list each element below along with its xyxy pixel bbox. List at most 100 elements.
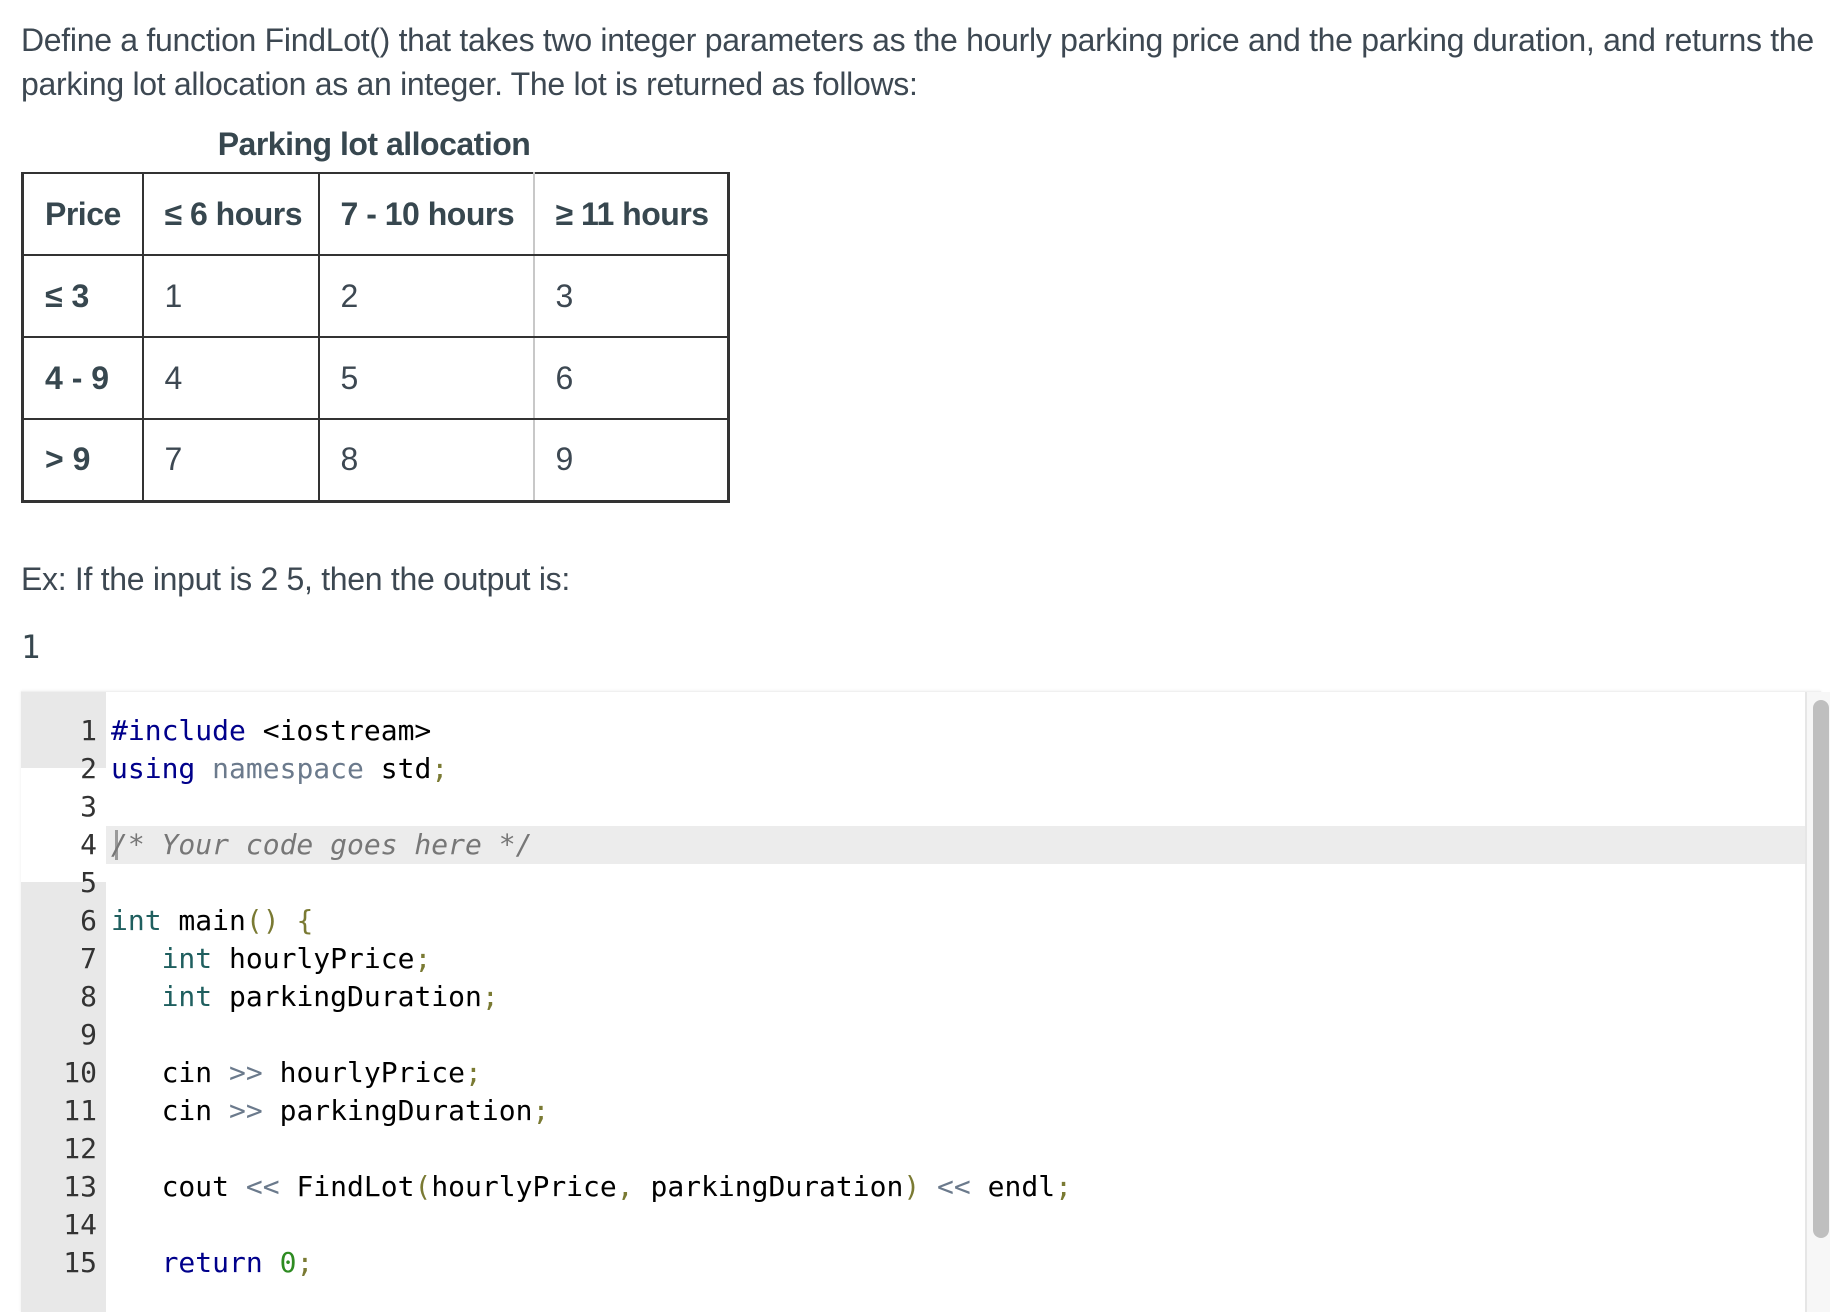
line-number: 2 xyxy=(80,752,97,785)
line-number: 6 xyxy=(80,904,97,937)
lot-cell: 8 xyxy=(318,418,535,502)
line-number: 5 xyxy=(80,866,97,899)
code-line[interactable]: 13 cout << FindLot(hourlyPrice, parkingD… xyxy=(21,1168,1801,1206)
code-line[interactable]: 6 int main() { xyxy=(21,902,1801,940)
table-row: > 9 7 8 9 xyxy=(22,418,729,502)
token-identifier: hourlyPrice xyxy=(212,942,415,975)
header-7-10-hours: 7 - 10 hours xyxy=(318,172,535,256)
line-number: 12 xyxy=(63,1132,97,1165)
token-punct: ; xyxy=(431,752,449,785)
token-type: int xyxy=(161,980,213,1013)
token-identifier: FindLot xyxy=(279,1170,415,1203)
line-number: 1 xyxy=(80,714,97,747)
token-punct: ) xyxy=(903,1170,921,1203)
header-le-6-hours: ≤ 6 hours xyxy=(142,172,320,256)
code-editor[interactable]: 1 #include <iostream> 2 using namespace st… xyxy=(21,691,1830,1312)
token-keyword: return xyxy=(161,1246,263,1279)
token-identifier: cin xyxy=(161,1056,213,1089)
token-punct: ; xyxy=(1055,1170,1072,1203)
scrollbar-thumb[interactable] xyxy=(1813,700,1829,1238)
code-line[interactable]: 8 int parkingDuration; xyxy=(21,978,1801,1016)
code-line[interactable]: 5 xyxy=(21,864,1801,902)
price-cell: > 9 xyxy=(22,418,144,502)
token-comment: /* Your code goes here */ xyxy=(111,828,533,861)
token-keyword: using xyxy=(111,752,196,785)
token-identifier: parkingDuration xyxy=(633,1170,904,1203)
token-identifier: hourlyPrice xyxy=(262,1056,466,1089)
header-price: Price xyxy=(22,172,144,256)
line-number: 8 xyxy=(80,980,97,1013)
token-punct: ; xyxy=(414,942,432,975)
problem-description: Define a function FindLot() that takes t… xyxy=(21,18,1821,106)
code-line[interactable]: 9 xyxy=(21,1016,1801,1054)
token-punct: { xyxy=(279,904,314,937)
token-punct: , xyxy=(616,1170,634,1203)
token-identifier: std xyxy=(363,752,432,785)
code-line[interactable]: 7 int hourlyPrice; xyxy=(21,940,1801,978)
token-identifier: cout xyxy=(161,1170,230,1203)
token-punct: ; xyxy=(296,1246,314,1279)
code-line[interactable]: 12 xyxy=(21,1130,1801,1168)
token-operator: << xyxy=(920,1170,971,1203)
line-number: 3 xyxy=(80,790,97,823)
lot-cell: 1 xyxy=(142,254,320,338)
token-keyword: #include xyxy=(111,714,246,747)
token-type: int xyxy=(111,904,162,937)
lot-cell: 9 xyxy=(533,418,729,502)
token-identifier: endl xyxy=(970,1170,1056,1203)
lot-cell: 2 xyxy=(318,254,535,338)
lot-cell: 5 xyxy=(318,336,535,420)
code-line[interactable]: 15 return 0; xyxy=(21,1244,1801,1282)
description-line-1: Define a function FindLot() that takes t… xyxy=(21,22,1814,58)
line-number: 14 xyxy=(63,1208,97,1241)
line-number: 13 xyxy=(63,1170,97,1203)
token-operator: >> xyxy=(212,1056,263,1089)
line-number: 11 xyxy=(63,1094,97,1127)
table-caption: Parking lot allocation xyxy=(217,126,531,162)
parking-lot-table: Price ≤ 6 hours 7 - 10 hours ≥ 11 hours … xyxy=(21,172,730,503)
lot-cell: 7 xyxy=(142,418,320,502)
lot-cell: 6 xyxy=(533,336,729,420)
lot-cell: 4 xyxy=(142,336,320,420)
token-header: <iostream> xyxy=(245,714,432,747)
token-punct: ; xyxy=(481,980,499,1013)
code-line[interactable]: 10 cin >> hourlyPrice; xyxy=(21,1054,1801,1092)
token-identifier: parkingDuration xyxy=(212,980,482,1013)
code-line[interactable]: 2 using namespace std; xyxy=(21,750,1801,788)
token-punct: ( xyxy=(414,1170,432,1203)
description-line-2: parking lot allocation as an integer. Th… xyxy=(21,66,918,102)
code-lines[interactable]: 1 #include <iostream> 2 using namespace st… xyxy=(21,712,1801,1282)
line-number: 9 xyxy=(80,1018,97,1051)
token-punct: () xyxy=(245,904,280,937)
price-cell: ≤ 3 xyxy=(22,254,144,338)
token-type: int xyxy=(161,942,213,975)
token-identifier: hourlyPrice xyxy=(431,1170,617,1203)
header-ge-11-hours: ≥ 11 hours xyxy=(533,172,729,256)
line-number: 7 xyxy=(80,942,97,975)
example-output: 1 xyxy=(21,628,41,666)
code-line[interactable]: 4 /* Your code goes here */ xyxy=(21,826,1801,864)
lot-cell: 3 xyxy=(533,254,729,338)
example-text: Ex: If the input is 2 5, then the output… xyxy=(21,561,570,597)
token-operator: >> xyxy=(212,1094,263,1127)
editor-scrollbar[interactable] xyxy=(1805,692,1830,1312)
code-line[interactable]: 1 #include <iostream> xyxy=(21,712,1801,750)
line-number: 10 xyxy=(63,1056,97,1089)
code-line[interactable]: 11 cin >> parkingDuration; xyxy=(21,1092,1801,1130)
token-number: 0 xyxy=(262,1246,297,1279)
token-operator: << xyxy=(229,1170,280,1203)
price-cell: 4 - 9 xyxy=(22,336,144,420)
token-identifier: parkingDuration xyxy=(262,1094,533,1127)
code-line[interactable]: 3 xyxy=(21,788,1801,826)
code-line[interactable]: 14 xyxy=(21,1206,1801,1244)
line-number: 4 xyxy=(80,828,97,861)
table-header-row: Price ≤ 6 hours 7 - 10 hours ≥ 11 hours xyxy=(22,172,729,256)
token-identifier: main xyxy=(161,904,246,937)
token-punct: ; xyxy=(465,1056,482,1089)
table-row: ≤ 3 1 2 3 xyxy=(22,254,729,338)
